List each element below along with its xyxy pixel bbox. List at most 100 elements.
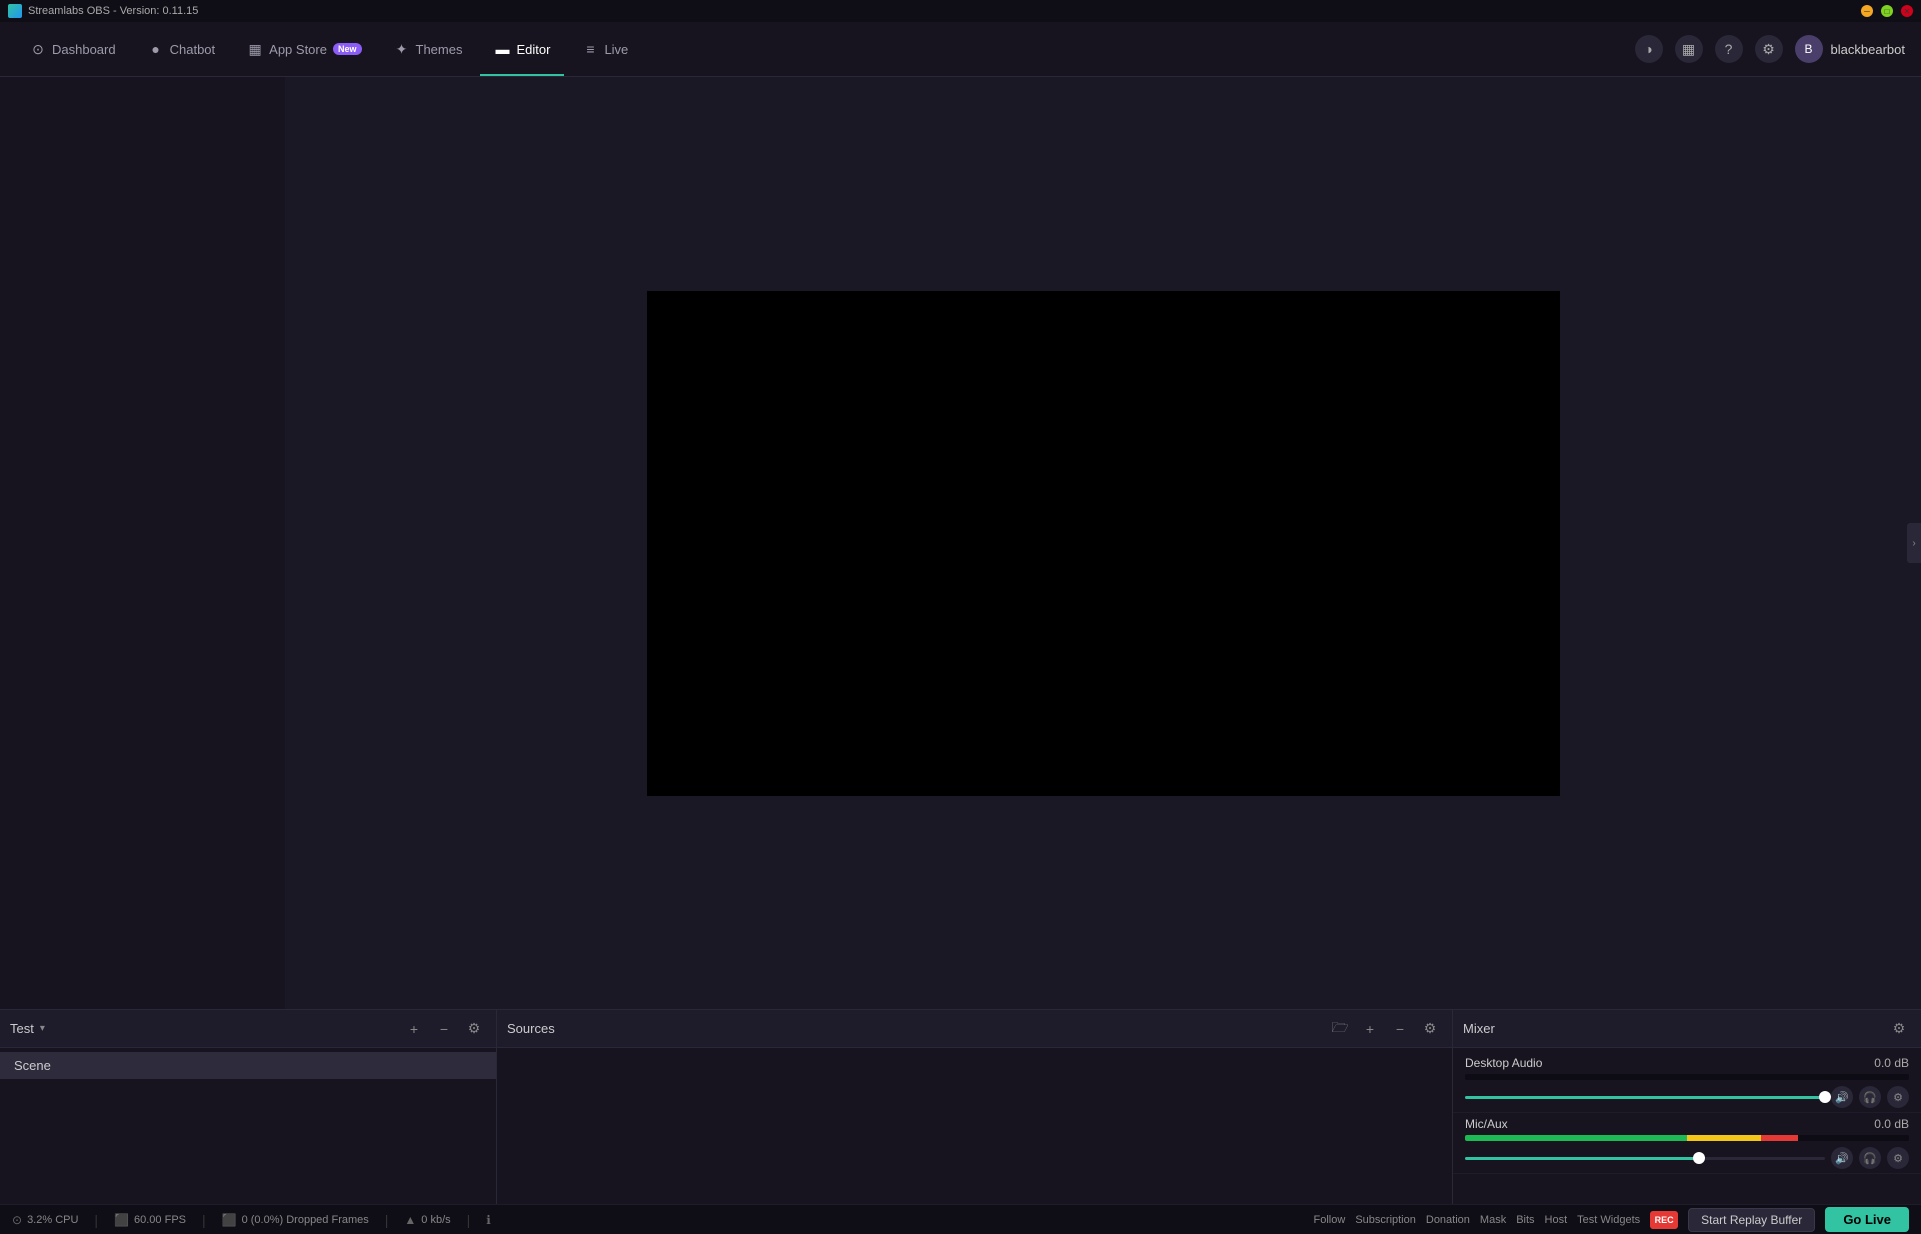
scene-item[interactable]: Scene [0,1052,496,1079]
sources-title-area: Sources [507,1021,555,1036]
left-sidebar [0,77,285,1009]
start-replay-buffer-button[interactable]: Start Replay Buffer [1688,1208,1815,1232]
donation-link[interactable]: Donation [1426,1214,1470,1226]
host-link[interactable]: Host [1545,1214,1568,1226]
subscription-link[interactable]: Subscription [1355,1214,1416,1226]
desktop-audio-headphone-button[interactable]: 🎧 [1859,1086,1881,1108]
sources-remove-button[interactable]: − [1388,1017,1412,1041]
desktop-audio-channel: Desktop Audio 0.0 dB 🔊 🎧 ⚙ [1453,1052,1921,1113]
chatbot-icon: ● [148,41,164,57]
title-bar-controls[interactable]: ─ □ ✕ [1861,5,1913,17]
app-title: Streamlabs OBS - Version: 0.11.15 [28,5,198,17]
desktop-audio-slider[interactable] [1465,1096,1825,1099]
scenes-remove-button[interactable]: − [432,1017,456,1041]
mic-aux-name: Mic/Aux [1465,1117,1508,1131]
scenes-title: Test [10,1021,34,1036]
status-right: Follow Subscription Donation Mask Bits H… [1314,1207,1909,1232]
nav-editor-label: Editor [516,42,550,57]
sources-panel: Sources 🗁 + − ⚙ [497,1010,1453,1204]
nav-bar: ⊙ Dashboard ● Chatbot ▦ App Store New ✦ … [0,22,1921,77]
mic-aux-slider[interactable] [1465,1157,1825,1160]
new-badge: New [333,43,362,55]
nav-dashboard[interactable]: ⊙ Dashboard [16,22,130,76]
network-value: 0 kb/s [421,1214,450,1226]
username-label: blackbearbot [1831,42,1905,57]
dropped-value: 0 (0.0%) Dropped Frames [242,1214,369,1226]
mask-link[interactable]: Mask [1480,1214,1506,1226]
desktop-audio-meter [1465,1074,1909,1080]
live-icon: ≡ [582,41,598,57]
follow-link[interactable]: Follow [1314,1214,1346,1226]
info-status: ℹ [486,1213,491,1227]
sources-panel-header: Sources 🗁 + − ⚙ [497,1010,1452,1048]
desktop-audio-mute-button[interactable]: 🔊 [1831,1086,1853,1108]
title-bar: Streamlabs OBS - Version: 0.11.15 ─ □ ✕ [0,0,1921,22]
desktop-audio-settings-button[interactable]: ⚙ [1887,1086,1909,1108]
right-collapse-button[interactable]: › [1907,523,1921,563]
fps-value: 60.00 FPS [134,1214,186,1226]
columns-button[interactable]: ▦ [1675,35,1703,63]
title-bar-left: Streamlabs OBS - Version: 0.11.15 [8,4,198,18]
help-button[interactable]: ? [1715,35,1743,63]
sources-add-button[interactable]: + [1358,1017,1382,1041]
preview-area[interactable]: › [285,77,1921,1009]
settings-button[interactable]: ⚙ [1755,35,1783,63]
test-widgets-link[interactable]: Test Widgets [1577,1214,1640,1226]
mixer-channels: Desktop Audio 0.0 dB 🔊 🎧 ⚙ [1453,1048,1921,1204]
mixer-title: Mixer [1463,1021,1495,1036]
fps-icon: ⬛ [114,1213,129,1227]
status-bar: ⊙ 3.2% CPU | ⬛ 60.00 FPS | ⬛ 0 (0.0%) Dr… [0,1204,1921,1234]
desktop-audio-controls: 🔊 🎧 ⚙ [1465,1086,1909,1108]
nav-live[interactable]: ≡ Live [568,22,642,76]
desktop-audio-name: Desktop Audio [1465,1056,1542,1070]
user-info[interactable]: B blackbearbot [1795,35,1905,63]
status-divider-2: | [202,1212,206,1228]
mixer-panel-actions: ⚙ [1887,1017,1911,1041]
cpu-value: 3.2% CPU [27,1214,78,1226]
nav-left: ⊙ Dashboard ● Chatbot ▦ App Store New ✦ … [16,22,642,76]
mic-meter-red [1761,1135,1798,1141]
maximize-button[interactable]: □ [1881,5,1893,17]
scenes-list: Scene [0,1048,496,1204]
info-icon[interactable]: ℹ [486,1213,491,1227]
scenes-settings-button[interactable]: ⚙ [462,1017,486,1041]
sources-settings-button[interactable]: ⚙ [1418,1017,1442,1041]
network-icon: ▲ [404,1213,416,1227]
scenes-dropdown-icon[interactable]: ▾ [40,1023,45,1034]
mic-aux-header: Mic/Aux 0.0 dB [1465,1117,1909,1131]
scenes-panel-header: Test ▾ + − ⚙ [0,1010,496,1048]
bottom-section: Test ▾ + − ⚙ Scene Sources 🗁 + − ⚙ [0,1009,1921,1204]
nav-themes[interactable]: ✦ Themes [380,22,477,76]
bits-link[interactable]: Bits [1516,1214,1534,1226]
mic-meter-empty [1798,1135,1909,1141]
nav-right: ◑ ▦ ? ⚙ B blackbearbot [1635,35,1905,63]
cpu-icon: ⊙ [12,1213,22,1227]
mic-meter-yellow [1687,1135,1761,1141]
go-live-button[interactable]: Go Live [1825,1207,1909,1232]
mixer-settings-button[interactable]: ⚙ [1887,1017,1911,1041]
nav-appstore[interactable]: ▦ App Store New [233,22,375,76]
minimize-button[interactable]: ─ [1861,5,1873,17]
nav-chatbot[interactable]: ● Chatbot [134,22,230,76]
nav-live-label: Live [604,42,628,57]
dropped-frames-status: ⬛ 0 (0.0%) Dropped Frames [222,1213,369,1227]
scenes-title-area: Test ▾ [10,1021,45,1036]
mixer-panel: Mixer ⚙ Desktop Audio 0.0 dB [1453,1010,1921,1204]
scenes-add-button[interactable]: + [402,1017,426,1041]
nav-appstore-label: App Store [269,42,327,57]
mic-aux-controls: 🔊 🎧 ⚙ [1465,1147,1909,1169]
mic-meter-green [1465,1135,1687,1141]
dashboard-icon: ⊙ [30,41,46,57]
close-button[interactable]: ✕ [1901,5,1913,17]
theme-toggle-button[interactable]: ◑ [1635,35,1663,63]
mic-aux-settings-button[interactable]: ⚙ [1887,1147,1909,1169]
mic-aux-db: 0.0 dB [1874,1117,1909,1131]
mic-aux-mute-button[interactable]: 🔊 [1831,1147,1853,1169]
preview-canvas [647,291,1560,796]
desktop-audio-db: 0.0 dB [1874,1056,1909,1070]
nav-editor[interactable]: ▬ Editor [480,22,564,76]
mixer-title-area: Mixer [1463,1021,1495,1036]
sources-list [497,1048,1452,1204]
sources-folder-button[interactable]: 🗁 [1328,1017,1352,1041]
mic-aux-headphone-button[interactable]: 🎧 [1859,1147,1881,1169]
